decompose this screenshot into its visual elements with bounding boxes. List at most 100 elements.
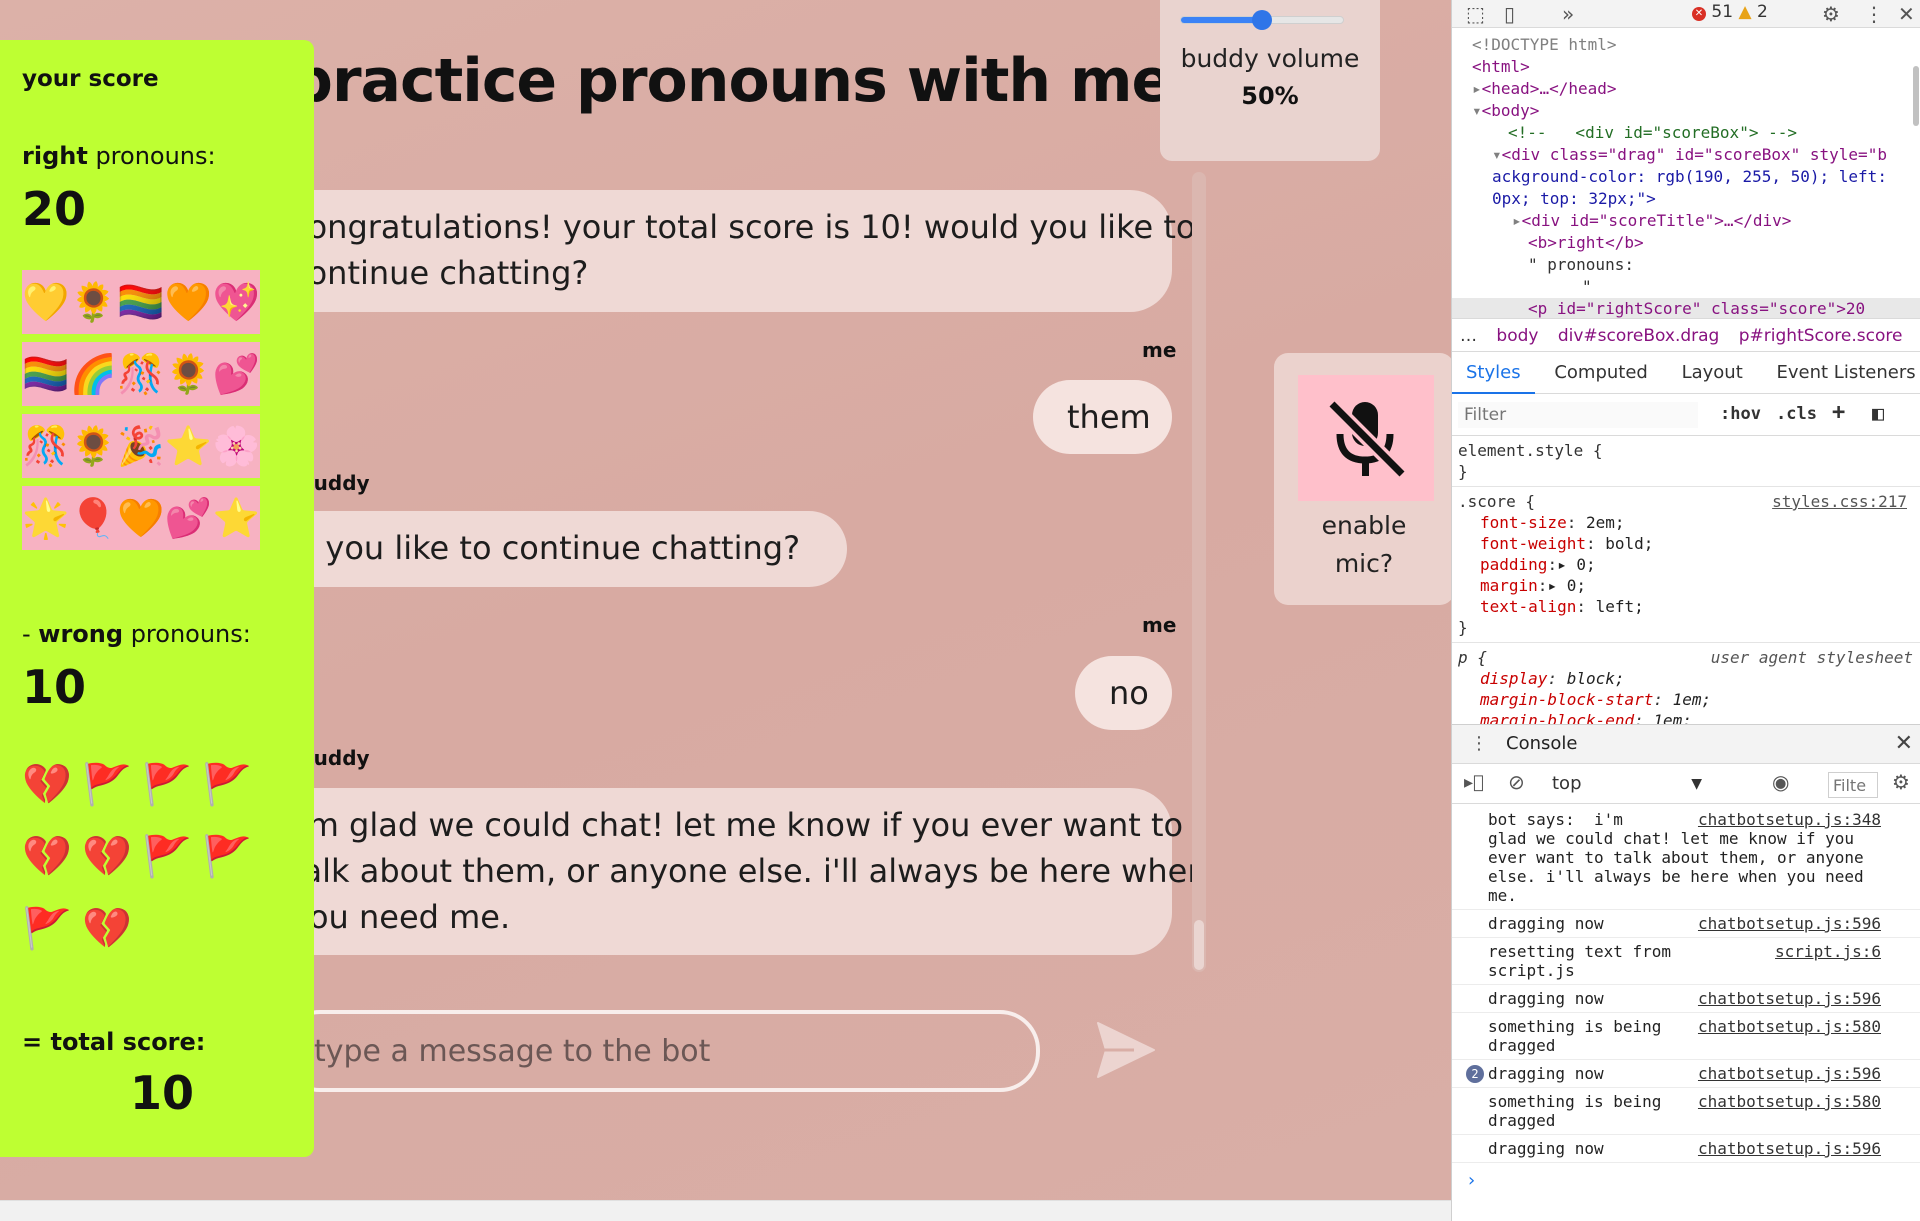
console-source-link[interactable]: chatbotsetup.js:596 (1691, 1139, 1881, 1158)
volume-slider-thumb[interactable] (1252, 10, 1272, 30)
css-property[interactable]: margin:▸ 0; (1452, 575, 1920, 596)
console-source-link[interactable]: chatbotsetup.js:596 (1691, 989, 1881, 1008)
console-source-link[interactable]: chatbotsetup.js:580 (1691, 1017, 1881, 1036)
console-drawer-header: ⋮ Console ✕ (1452, 724, 1920, 764)
breadcrumb-item[interactable]: … (1460, 326, 1477, 346)
expand-arrow-icon[interactable]: ▸ (1472, 79, 1482, 98)
console-prompt[interactable]: › (1466, 1170, 1477, 1191)
rule-source-link[interactable]: styles.css:217 (1772, 491, 1907, 512)
more-options-icon[interactable]: ⋮ (1864, 2, 1884, 26)
enable-mic-button[interactable] (1298, 375, 1434, 501)
mic-label-line: mic? (1334, 549, 1394, 578)
tab-event-listeners[interactable]: Event Listeners (1763, 352, 1920, 394)
breadcrumb-item[interactable]: p#rightScore.score (1739, 326, 1903, 346)
browser-bottom-strip (0, 1200, 1451, 1221)
console-filter-input[interactable] (1828, 772, 1878, 798)
issues-counter[interactable]: ✕ 51 ▲ 2 (1692, 2, 1768, 22)
device-toolbar-icon[interactable]: ▯ (1504, 2, 1515, 26)
mic-panel: enable mic? (1274, 353, 1451, 605)
dom-comment[interactable]: <!-- <div id="scoreBox"> --> (1452, 122, 1920, 144)
console-source-link[interactable]: chatbotsetup.js:596 (1691, 914, 1881, 933)
dom-node[interactable]: <!DOCTYPE html> (1452, 34, 1920, 56)
devtools-panel: ⬚ ▯ » ✕ 51 ▲ 2 ⚙ ⋮ ✕ <!DOCTYPE html> <ht… (1451, 0, 1920, 1221)
penalty-emoji: 🚩 (202, 761, 252, 808)
score-box[interactable]: your score right pronouns: 20 💛 🌻 🏳️‍🌈 🧡 💖 🏳️… (0, 40, 314, 1157)
console-tab[interactable]: Console (1506, 733, 1577, 754)
console-source-link[interactable]: chatbotsetup.js:348 (1691, 810, 1881, 829)
element-style-rule[interactable]: element.style { } (1452, 436, 1920, 487)
chat-scrollbar-thumb[interactable] (1194, 920, 1204, 970)
toggle-sidebar-icon[interactable]: ◧ (1872, 401, 1884, 425)
send-button[interactable] (1090, 1015, 1160, 1085)
prop-name: margin-block-start (1480, 690, 1654, 709)
reward-emoji: 🧡 (164, 280, 213, 324)
dom-node-selected[interactable]: <p id="rightScore" class="score">20 (1452, 298, 1920, 318)
wrong-emoji-row: 🚩 💔 (22, 898, 292, 958)
inspect-element-icon[interactable]: ⬚ (1466, 2, 1485, 26)
reward-emoji: 💕 (212, 352, 260, 396)
elements-dom-tree[interactable]: <!DOCTYPE html> <html> ▸<head>…</head> ▾… (1452, 28, 1920, 318)
score-rule[interactable]: .score { styles.css:217 font-size: 2em; f… (1452, 487, 1920, 643)
message-input[interactable] (280, 1010, 1040, 1092)
collapse-arrow-icon[interactable]: ▾ (1472, 101, 1482, 120)
dom-node[interactable]: <html> (1452, 56, 1920, 78)
tab-computed[interactable]: Computed (1540, 352, 1662, 394)
drawer-menu-icon[interactable]: ⋮ (1470, 733, 1488, 754)
styles-filter-input[interactable] (1458, 402, 1698, 428)
console-source-link[interactable]: script.js:6 (1769, 942, 1881, 961)
reward-emoji: 🎈 (69, 496, 118, 540)
chat-app: practice pronouns with me! buddy volume … (0, 0, 1451, 1200)
volume-value: 50% (1241, 82, 1299, 110)
css-property[interactable]: text-align: left; (1452, 596, 1920, 617)
more-tabs-icon[interactable]: » (1562, 2, 1574, 26)
cls-toggle[interactable]: .cls (1776, 404, 1817, 424)
breadcrumb-item[interactable]: body (1496, 326, 1538, 346)
dom-node[interactable]: ▸<head>…</head> (1452, 78, 1920, 100)
sender-label: me (1142, 613, 1177, 637)
context-selector[interactable]: top ▼ (1552, 770, 1702, 798)
tab-layout[interactable]: Layout (1668, 352, 1757, 394)
dom-text-node[interactable]: " pronouns: (1452, 254, 1920, 276)
hov-toggle[interactable]: :hov (1720, 404, 1761, 424)
prop-value: ▸ 0; (1547, 576, 1586, 595)
dom-node[interactable]: ▾<div class="drag" id="scoreBox" style="… (1452, 144, 1920, 166)
console-message[interactable]: resetting text from script.js script.js:6 (1452, 938, 1920, 985)
close-drawer-icon[interactable]: ✕ (1895, 731, 1913, 756)
close-devtools-icon[interactable]: ✕ (1898, 2, 1915, 26)
p-rule[interactable]: p {user agent stylesheet display: block;… (1452, 643, 1920, 724)
console-message[interactable]: bot says: i'm glad we could chat! let me… (1452, 806, 1920, 910)
expand-arrow-icon[interactable]: ▸ (1512, 211, 1522, 230)
breadcrumb-item[interactable]: div#scoreBox.drag (1558, 326, 1720, 346)
collapse-arrow-icon[interactable]: ▾ (1492, 145, 1502, 164)
console-source-link[interactable]: chatbotsetup.js:596 (1691, 1064, 1881, 1083)
dom-node[interactable]: <b>right</b> (1452, 232, 1920, 254)
console-message[interactable]: dragging now chatbotsetup.js:596 (1452, 985, 1920, 1013)
console-message[interactable]: dragging now chatbotsetup.js:596 (1452, 910, 1920, 938)
live-expression-eye-icon[interactable]: ◉ (1772, 770, 1789, 794)
show-sidebar-icon[interactable]: ▸⃞ (1464, 772, 1484, 793)
dom-scrollbar[interactable] (1913, 66, 1919, 126)
console-message[interactable]: 2 dragging now chatbotsetup.js:596 (1452, 1060, 1920, 1088)
clear-console-icon[interactable]: ⊘ (1508, 770, 1525, 794)
reward-emoji: 🌻 (164, 352, 213, 396)
chat-scrollbar[interactable] (1192, 172, 1206, 972)
css-property[interactable]: font-size: 2em; (1452, 512, 1920, 533)
console-message[interactable]: something is being dragged chatbotsetup.j… (1452, 1013, 1920, 1060)
dom-node[interactable]: ▾<body> (1452, 100, 1920, 122)
total-score: 10 (130, 1066, 195, 1120)
wrong-prefix: - (22, 620, 39, 648)
console-source-link[interactable]: chatbotsetup.js:580 (1691, 1092, 1881, 1111)
dom-node[interactable]: ▸<div id="scoreTitle">…</div> (1452, 210, 1920, 232)
console-message[interactable]: something is being dragged chatbotsetup.j… (1452, 1088, 1920, 1135)
console-settings-icon[interactable]: ⚙ (1892, 770, 1910, 794)
css-property[interactable]: padding:▸ 0; (1452, 554, 1920, 575)
css-property[interactable]: font-weight: bold; (1452, 533, 1920, 554)
score-selector: .score { (1458, 492, 1536, 511)
settings-gear-icon[interactable]: ⚙ (1822, 2, 1840, 26)
mic-off-icon (1327, 399, 1407, 479)
wrong-emoji-row: 💔 💔 🚩 🚩 (22, 826, 292, 886)
tab-styles[interactable]: Styles (1452, 354, 1535, 394)
bot-message: congratulations! your total score is 10!… (250, 190, 1195, 312)
console-message[interactable]: dragging now chatbotsetup.js:596 (1452, 1135, 1920, 1163)
new-rule-icon[interactable]: + (1832, 400, 1845, 425)
